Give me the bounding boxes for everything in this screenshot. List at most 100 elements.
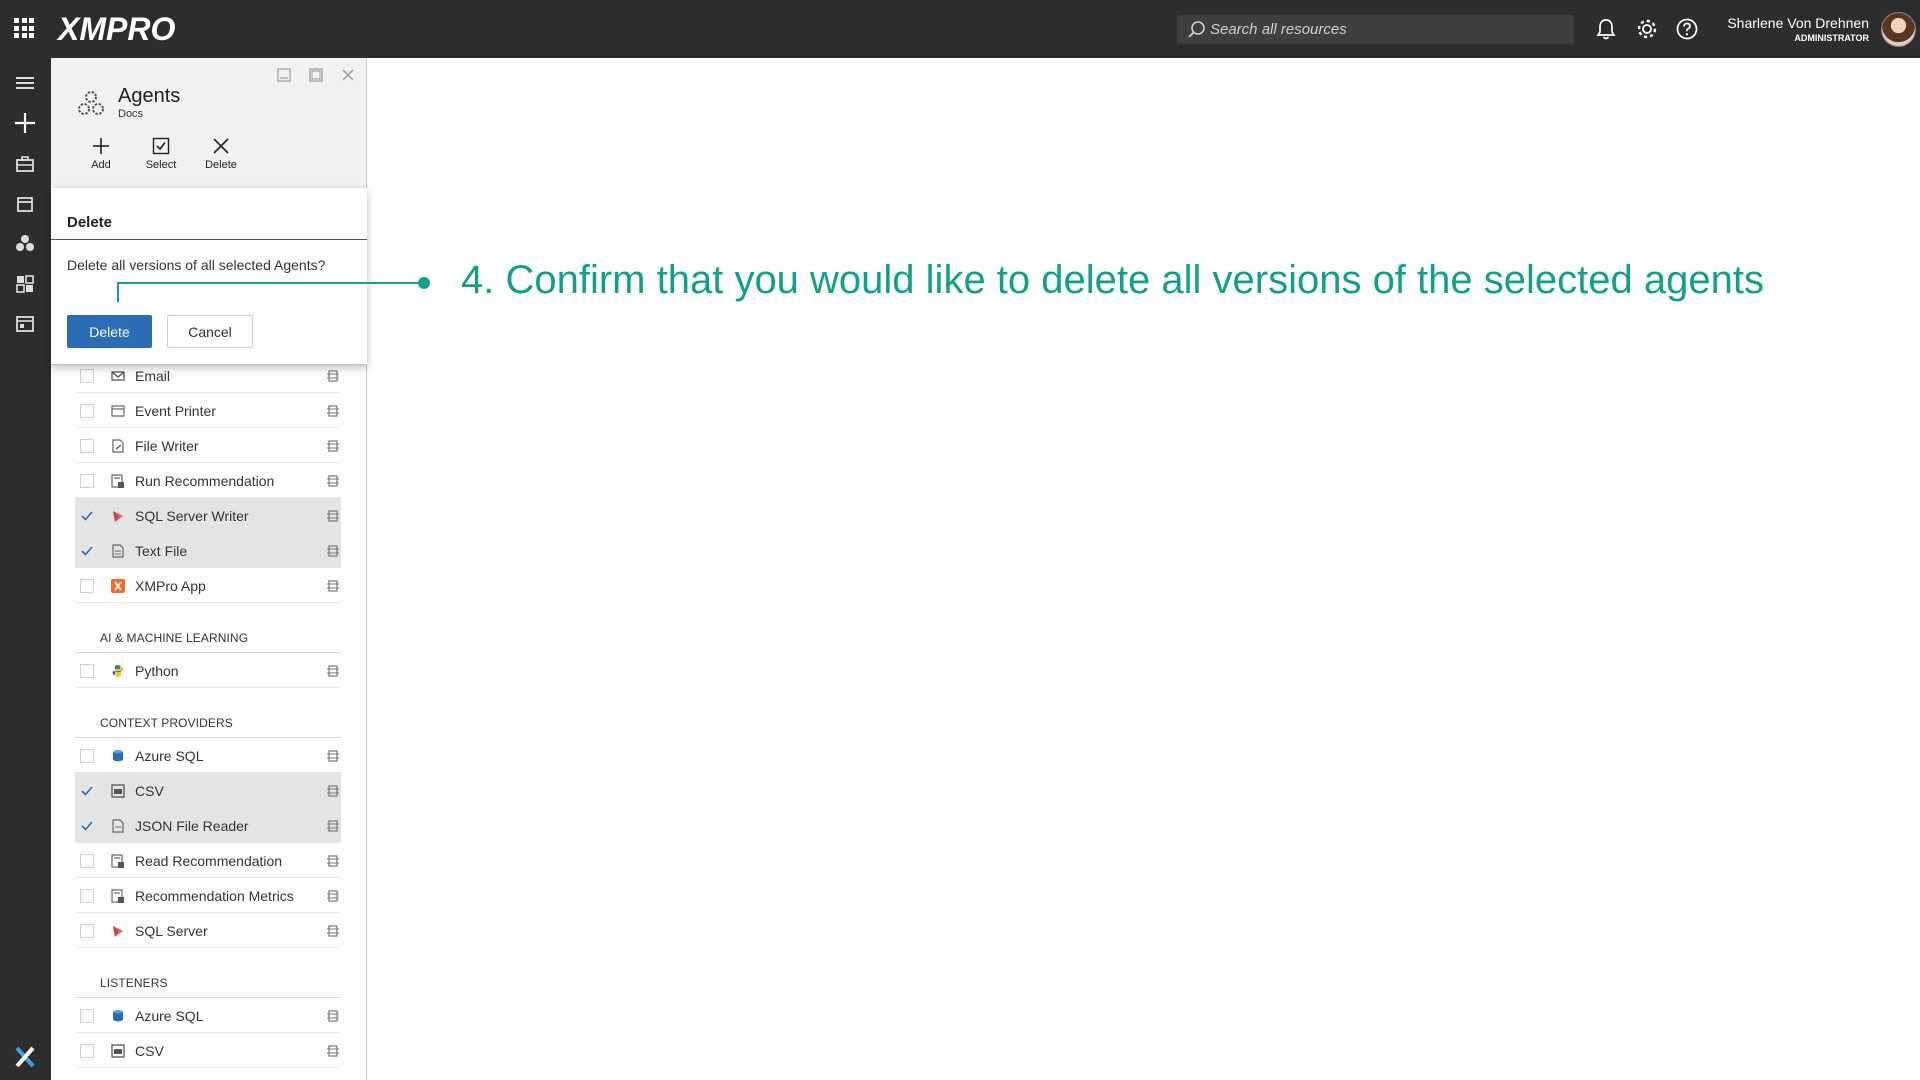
- versions-icon[interactable]: [326, 664, 340, 678]
- row-checkbox[interactable]: [80, 749, 94, 763]
- list-item[interactable]: Recommendation Metrics: [75, 878, 341, 913]
- panel-header: Agents Docs Add Select Delete: [51, 58, 366, 188]
- recommendation-icon: [111, 474, 124, 488]
- row-checkbox[interactable]: [80, 404, 94, 418]
- dialog-message: Delete all versions of all selected Agen…: [67, 257, 326, 273]
- recommendation-icon: [111, 854, 124, 868]
- callout-connector: [117, 282, 423, 302]
- list-item-label: Recommendation Metrics: [135, 888, 294, 904]
- file-pen-icon: [112, 439, 124, 453]
- versions-icon[interactable]: [326, 749, 340, 763]
- sql-server-icon: [113, 511, 123, 522]
- plus-icon: [93, 138, 109, 154]
- settings-gear-icon[interactable]: [1634, 16, 1660, 42]
- list-item-label: Azure SQL: [135, 1008, 204, 1024]
- row-checkbox[interactable]: [80, 1044, 94, 1058]
- versions-icon[interactable]: [326, 474, 340, 488]
- versions-icon[interactable]: [326, 854, 340, 868]
- versions-icon[interactable]: [326, 1044, 340, 1058]
- dashboard-tiles-icon[interactable]: [12, 271, 38, 297]
- csv-icon: [111, 784, 125, 798]
- add-button[interactable]: Add: [76, 136, 126, 181]
- azure-sql-icon: [113, 1010, 123, 1022]
- x-delete-icon: [213, 138, 229, 154]
- versions-icon[interactable]: [326, 819, 340, 833]
- list-item[interactable]: SQL Server Writer: [75, 498, 341, 533]
- create-plus-icon[interactable]: [12, 110, 38, 136]
- agents-gears-icon: [78, 91, 104, 115]
- azure-sql-icon: [113, 750, 123, 762]
- row-checkbox[interactable]: [80, 889, 94, 903]
- notifications-bell-icon[interactable]: [1593, 16, 1619, 42]
- list-item-label: JSON File Reader: [135, 818, 249, 834]
- user-name[interactable]: Sharlene Von Drehnen: [1727, 15, 1869, 31]
- left-nav-rail: [0, 58, 51, 1080]
- help-icon[interactable]: [1674, 16, 1700, 42]
- list-item[interactable]: Event Printer: [75, 393, 341, 428]
- row-checkbox[interactable]: [80, 474, 94, 488]
- row-checkbox[interactable]: [80, 784, 94, 798]
- row-checkbox[interactable]: [80, 1009, 94, 1023]
- row-checkbox[interactable]: [80, 924, 94, 938]
- versions-icon[interactable]: [326, 924, 340, 938]
- user-avatar[interactable]: [1881, 12, 1916, 47]
- menu-hamburger-icon[interactable]: [12, 70, 38, 96]
- cancel-button[interactable]: Cancel: [167, 315, 253, 348]
- row-checkbox[interactable]: [80, 664, 94, 678]
- apps-window-icon[interactable]: [12, 311, 38, 337]
- list-item-label: Azure SQL: [135, 748, 204, 764]
- printer-window-icon: [111, 405, 125, 417]
- confirm-delete-button[interactable]: Delete: [67, 315, 152, 348]
- list-item-label: XMPro App: [135, 578, 206, 594]
- calendar-icon[interactable]: [12, 191, 38, 217]
- callout-instruction: 4. Confirm that you would like to delete…: [461, 258, 1764, 302]
- dialog-title: Delete: [67, 214, 113, 231]
- versions-icon[interactable]: [326, 889, 340, 903]
- agents-hexagons-icon[interactable]: [12, 231, 38, 257]
- list-item[interactable]: Read Recommendation: [75, 843, 341, 878]
- row-checkbox[interactable]: [80, 544, 94, 558]
- list-item[interactable]: XMPro App: [75, 568, 341, 603]
- list-item[interactable]: Azure SQL: [75, 738, 341, 773]
- xmpro-x-icon[interactable]: [12, 1044, 38, 1070]
- list-item[interactable]: SQL Server: [75, 913, 341, 948]
- versions-icon[interactable]: [326, 784, 340, 798]
- row-checkbox[interactable]: [80, 369, 94, 383]
- toolbox-icon[interactable]: [12, 151, 38, 177]
- versions-icon[interactable]: [326, 439, 340, 453]
- recommendation-icon: [111, 889, 124, 903]
- list-item[interactable]: Run Recommendation: [75, 463, 341, 498]
- list-item[interactable]: File Writer: [75, 428, 341, 463]
- xmpro-logo[interactable]: XMPRO: [58, 11, 175, 48]
- list-item[interactable]: Text File: [75, 533, 341, 568]
- versions-icon[interactable]: [326, 544, 340, 558]
- search-icon: [1188, 21, 1205, 38]
- minimize-icon[interactable]: [275, 66, 293, 84]
- versions-icon[interactable]: [326, 509, 340, 523]
- maximize-icon[interactable]: [307, 66, 325, 84]
- close-icon[interactable]: [339, 66, 357, 84]
- row-checkbox[interactable]: [80, 819, 94, 833]
- list-item-label: Email: [135, 368, 171, 384]
- search-input[interactable]: [1210, 15, 1565, 44]
- versions-icon[interactable]: [326, 404, 340, 418]
- list-item[interactable]: Python: [75, 653, 341, 688]
- app-launcher-icon[interactable]: [14, 18, 34, 38]
- search-box[interactable]: [1177, 15, 1574, 44]
- list-item[interactable]: CSV: [75, 773, 341, 808]
- row-checkbox[interactable]: [80, 579, 94, 593]
- top-bar: XMPRO Sharlene Von Drehnen ADMINISTRATOR: [0, 0, 1920, 58]
- versions-icon[interactable]: [326, 1009, 340, 1023]
- versions-icon[interactable]: [326, 369, 340, 383]
- list-item[interactable]: CSV: [75, 1033, 341, 1068]
- versions-icon[interactable]: [326, 579, 340, 593]
- row-checkbox[interactable]: [80, 854, 94, 868]
- delete-toolbar-button[interactable]: Delete: [196, 136, 246, 181]
- list-item[interactable]: Azure SQL: [75, 998, 341, 1033]
- row-checkbox[interactable]: [80, 439, 94, 453]
- select-button[interactable]: Select: [136, 136, 186, 181]
- row-checkbox[interactable]: [80, 509, 94, 523]
- list-item[interactable]: JSON File Reader: [75, 808, 341, 843]
- panel-subtitle: Docs: [118, 108, 144, 120]
- text-file-icon: [112, 544, 124, 558]
